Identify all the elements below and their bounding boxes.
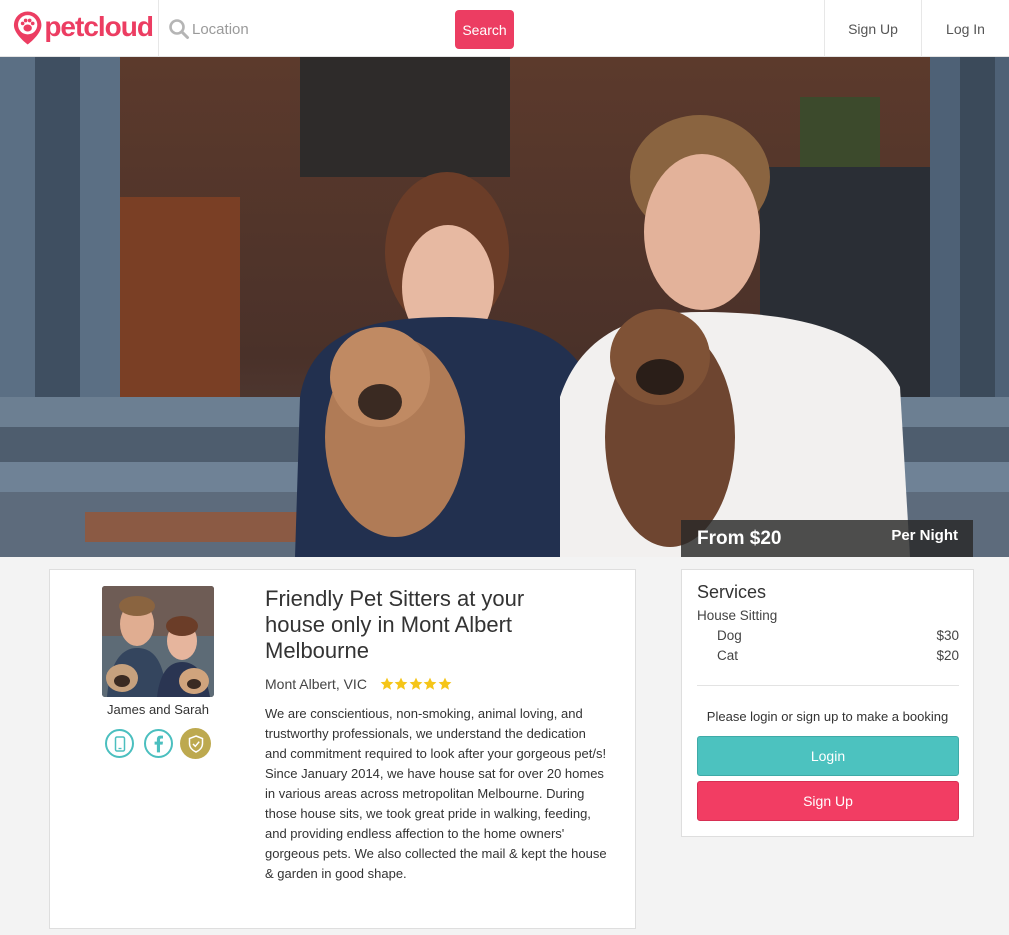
search-button[interactable]: Search <box>455 10 514 49</box>
rating-stars <box>380 677 453 691</box>
service-row-cat: Cat $20 <box>717 648 959 663</box>
nav-signup-link[interactable]: Sign Up <box>824 0 921 57</box>
hero-image <box>0 57 1009 557</box>
logo-text: petcloud <box>44 11 154 42</box>
service-category: House Sitting <box>697 608 778 623</box>
service-price: $20 <box>936 648 959 663</box>
avatar-photo <box>102 586 214 697</box>
search-icon <box>169 19 189 39</box>
price-per-night: Per Night <box>891 527 958 544</box>
services-title: Services <box>697 582 767 602</box>
search-bar: Search <box>158 0 514 57</box>
listing-title: Friendly Pet Sitters at your house only … <box>265 586 525 663</box>
paw-pin-icon <box>13 11 42 45</box>
hero-photo: From $20 Per Night <box>0 57 1009 557</box>
verification-badges <box>105 728 215 760</box>
star-icon <box>395 677 408 690</box>
signup-button[interactable]: Sign Up <box>697 781 959 821</box>
service-row-dog: Dog $30 <box>717 628 959 643</box>
star-icon <box>409 677 423 690</box>
owner-name: James and Sarah <box>107 702 209 717</box>
facebook-icon[interactable] <box>144 729 173 758</box>
star-icon <box>380 677 394 690</box>
avatar[interactable] <box>102 586 214 697</box>
shield-check-icon[interactable] <box>180 728 211 759</box>
location-text: Mont Albert, VIC <box>265 676 367 692</box>
top-header: petcloud Search Sign Up Log In <box>0 0 1009 57</box>
nav-login-link[interactable]: Log In <box>921 0 1009 57</box>
booking-login-prompt: Please login or sign up to make a bookin… <box>706 709 949 724</box>
star-icon <box>424 677 437 690</box>
star-icon <box>438 677 452 690</box>
service-name: Cat <box>717 648 739 663</box>
petcloud-logo[interactable]: petcloud <box>13 9 154 47</box>
price-banner: From $20 Per Night <box>681 520 973 557</box>
service-price: $30 <box>936 628 959 643</box>
sitter-profile-card: James and Sarah Friendly Pet Sitters at … <box>49 569 636 929</box>
services-card: Services House Sitting Dog $30 Cat $20 P… <box>681 569 974 837</box>
price-from: From $20 <box>697 528 782 549</box>
listing-description: We are conscientious, non-smoking, anima… <box>265 706 607 881</box>
service-name: Dog <box>717 628 742 643</box>
login-button[interactable]: Login <box>697 736 959 776</box>
divider <box>697 685 959 686</box>
location-rating: Mont Albert, VIC <box>265 676 452 692</box>
location-search-input[interactable] <box>192 16 432 42</box>
phone-verified-icon[interactable] <box>105 729 134 758</box>
